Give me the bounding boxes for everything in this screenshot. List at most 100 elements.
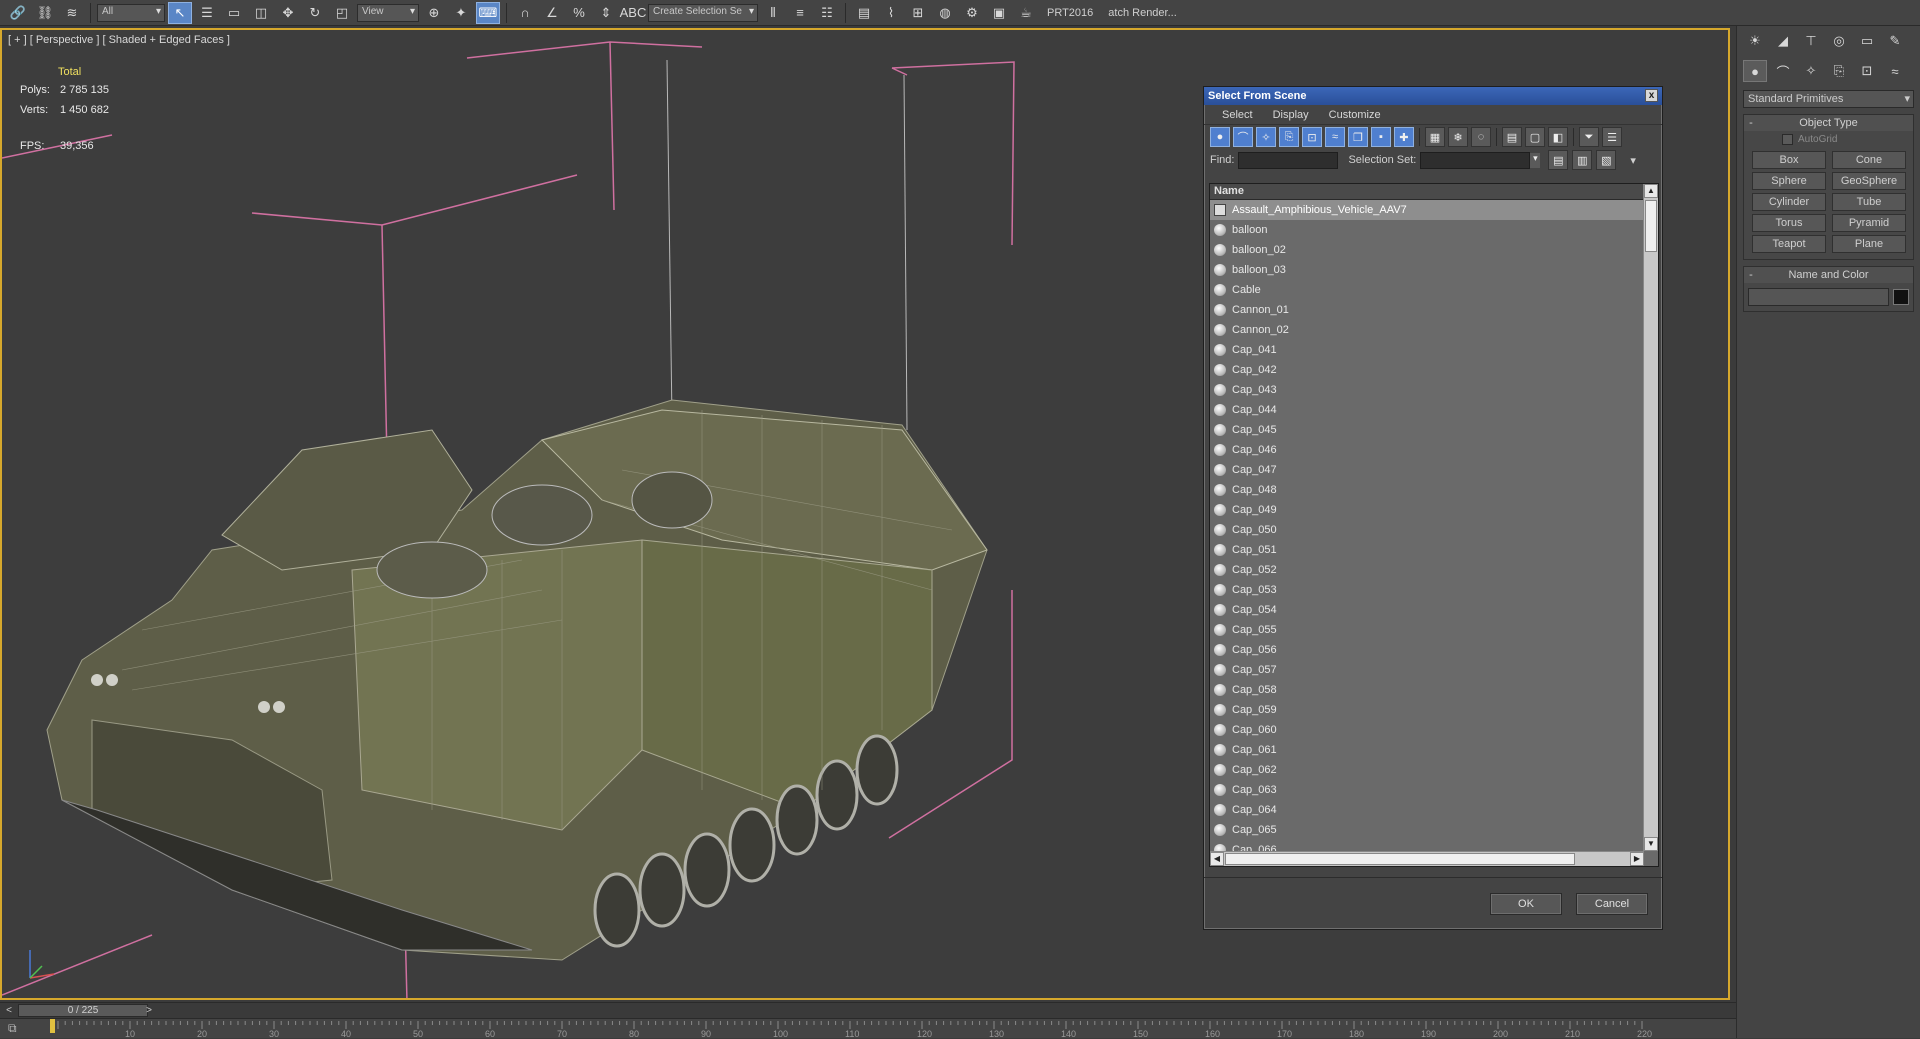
- dialog-title-bar[interactable]: Select From Scene x: [1204, 87, 1662, 105]
- viewport-label-menu[interactable]: [ + ] [ Perspective ] [ Shaded + Edged F…: [8, 34, 230, 46]
- display-frozen-icon[interactable]: ❄: [1448, 127, 1468, 147]
- mini-curve-editor-icon[interactable]: ⧉: [8, 1021, 30, 1035]
- menu-select[interactable]: Select: [1212, 109, 1263, 121]
- select-invert-icon[interactable]: ◧: [1548, 127, 1568, 147]
- prt-version-label[interactable]: PRT2016: [1041, 7, 1099, 19]
- menu-display[interactable]: Display: [1263, 109, 1319, 121]
- list-item[interactable]: Cap_048: [1210, 480, 1644, 500]
- list-item[interactable]: Cap_053: [1210, 580, 1644, 600]
- list-item[interactable]: Cap_054: [1210, 600, 1644, 620]
- name-and-color-header[interactable]: - Name and Color: [1744, 267, 1913, 283]
- teapot-button[interactable]: Teapot: [1752, 235, 1826, 253]
- display-hidden-icon[interactable]: ◌: [1471, 127, 1491, 147]
- rotate-icon[interactable]: ↻: [303, 2, 327, 24]
- display-xrefs-icon[interactable]: ▪: [1371, 127, 1391, 147]
- object-color-swatch[interactable]: [1893, 289, 1909, 305]
- list-item[interactable]: balloon_02: [1210, 240, 1644, 260]
- snaps-toggle-icon[interactable]: ∩: [513, 2, 537, 24]
- utilities-tab-icon[interactable]: ✎: [1883, 30, 1907, 52]
- unlink-icon[interactable]: ⛓: [33, 2, 57, 24]
- list-item[interactable]: Cap_060: [1210, 720, 1644, 740]
- list-item[interactable]: Cap_055: [1210, 620, 1644, 640]
- cameras-icon[interactable]: ⎘: [1827, 60, 1851, 82]
- scene-explorer-icon[interactable]: ▤: [852, 2, 876, 24]
- selection-filter-dropdown[interactable]: All: [97, 3, 165, 22]
- hierarchy-tab-icon[interactable]: ⊤: [1799, 30, 1823, 52]
- display-containers-icon[interactable]: ▦: [1425, 127, 1445, 147]
- display-lights-icon[interactable]: ✧: [1256, 127, 1276, 147]
- list-item[interactable]: balloon: [1210, 220, 1644, 240]
- rect-selection-icon[interactable]: ▭: [222, 2, 246, 24]
- time-slider[interactable]: < 0 / 225 >: [0, 1002, 1736, 1018]
- percent-snap-icon[interactable]: %: [567, 2, 591, 24]
- list-item[interactable]: Cap_064: [1210, 800, 1644, 820]
- selection-set-remove-icon[interactable]: ▧: [1596, 150, 1617, 170]
- list-item[interactable]: Cap_056: [1210, 640, 1644, 660]
- display-shapes-icon[interactable]: ⌒: [1233, 127, 1253, 147]
- geometry-category-dropdown[interactable]: Standard Primitives: [1743, 90, 1914, 108]
- list-item[interactable]: Cap_057: [1210, 660, 1644, 680]
- ok-button[interactable]: OK: [1490, 892, 1562, 915]
- display-groups-icon[interactable]: ❐: [1348, 127, 1368, 147]
- motion-tab-icon[interactable]: ◎: [1827, 30, 1851, 52]
- select-object-icon[interactable]: ↖: [168, 1, 192, 24]
- modify-tab-icon[interactable]: ◢: [1771, 30, 1795, 52]
- list-item[interactable]: Cannon_01: [1210, 300, 1644, 320]
- selection-set-icon[interactable]: ▤: [1548, 150, 1569, 170]
- display-bones-icon[interactable]: ✚: [1394, 127, 1414, 147]
- pivot-center-icon[interactable]: ⊕: [422, 2, 446, 24]
- list-item[interactable]: Cap_045: [1210, 420, 1644, 440]
- list-item[interactable]: Cap_044: [1210, 400, 1644, 420]
- move-icon[interactable]: ✥: [276, 2, 300, 24]
- link-icon[interactable]: 🔗: [6, 2, 30, 24]
- menu-customize[interactable]: Customize: [1319, 109, 1391, 121]
- window-crossing-icon[interactable]: ◫: [249, 2, 273, 24]
- scroll-down-icon[interactable]: ▼: [1644, 837, 1658, 851]
- rendered-frame-window-icon[interactable]: ▣: [987, 2, 1011, 24]
- named-selection-sets-dropdown[interactable]: Create Selection Se: [648, 3, 758, 22]
- filter-options-icon[interactable]: ☰: [1602, 127, 1622, 147]
- horizontal-scroll-thumb[interactable]: [1225, 853, 1575, 865]
- current-frame-marker[interactable]: [50, 1019, 55, 1033]
- helpers-icon[interactable]: ⊡: [1855, 60, 1879, 82]
- align-icon[interactable]: ≡: [788, 2, 812, 24]
- list-item[interactable]: Cable: [1210, 280, 1644, 300]
- scene-object-list[interactable]: Name Assault_Amphibious_Vehicle_AAV7 ball…: [1209, 183, 1659, 867]
- list-item[interactable]: Cap_042: [1210, 360, 1644, 380]
- material-editor-icon[interactable]: ◍: [933, 2, 957, 24]
- bind-space-warp-icon[interactable]: ≋: [60, 2, 84, 24]
- display-helpers-icon[interactable]: ⊡: [1302, 127, 1322, 147]
- track-bar[interactable]: ⧉ 10 20 30 40 50 60 70 80 90 100 110 120 130 140 150 16…: [0, 1018, 1736, 1039]
- vertical-scrollbar[interactable]: ▲ ▼: [1643, 184, 1658, 851]
- display-spacewarps-icon[interactable]: ≈: [1325, 127, 1345, 147]
- list-item[interactable]: Cap_063: [1210, 780, 1644, 800]
- torus-button[interactable]: Torus: [1752, 214, 1826, 232]
- object-type-header[interactable]: - Object Type: [1744, 115, 1913, 131]
- shapes-icon[interactable]: ⌒: [1771, 60, 1795, 82]
- overflow-chevron-icon[interactable]: ▾: [1630, 154, 1636, 167]
- angle-snap-icon[interactable]: ∠: [540, 2, 564, 24]
- list-item[interactable]: Cap_046: [1210, 440, 1644, 460]
- horizontal-scrollbar[interactable]: ◀ ▶: [1210, 851, 1644, 866]
- geometry-icon[interactable]: ●: [1743, 60, 1767, 82]
- scroll-left-icon[interactable]: ◀: [1210, 852, 1224, 866]
- scroll-up-icon[interactable]: ▲: [1644, 184, 1658, 198]
- name-column-header[interactable]: Name: [1210, 184, 1644, 200]
- display-tab-icon[interactable]: ▭: [1855, 30, 1879, 52]
- vertical-scroll-thumb[interactable]: [1645, 200, 1657, 252]
- mirror-icon[interactable]: ⫴: [761, 2, 785, 24]
- pyramid-button[interactable]: Pyramid: [1832, 214, 1906, 232]
- list-item[interactable]: Cap_051: [1210, 540, 1644, 560]
- selection-set-add-icon[interactable]: ▥: [1572, 150, 1593, 170]
- cancel-button[interactable]: Cancel: [1576, 892, 1648, 915]
- autogrid-checkbox[interactable]: [1782, 134, 1793, 145]
- list-item[interactable]: Cap_041: [1210, 340, 1644, 360]
- render-production-icon[interactable]: ☕: [1014, 2, 1038, 24]
- cone-button[interactable]: Cone: [1832, 151, 1906, 169]
- list-item[interactable]: Cap_049: [1210, 500, 1644, 520]
- time-slider-prev[interactable]: <: [2, 1003, 16, 1018]
- geosphere-button[interactable]: GeoSphere: [1832, 172, 1906, 190]
- list-item[interactable]: Cap_061: [1210, 740, 1644, 760]
- tube-button[interactable]: Tube: [1832, 193, 1906, 211]
- object-name-field[interactable]: [1748, 288, 1889, 306]
